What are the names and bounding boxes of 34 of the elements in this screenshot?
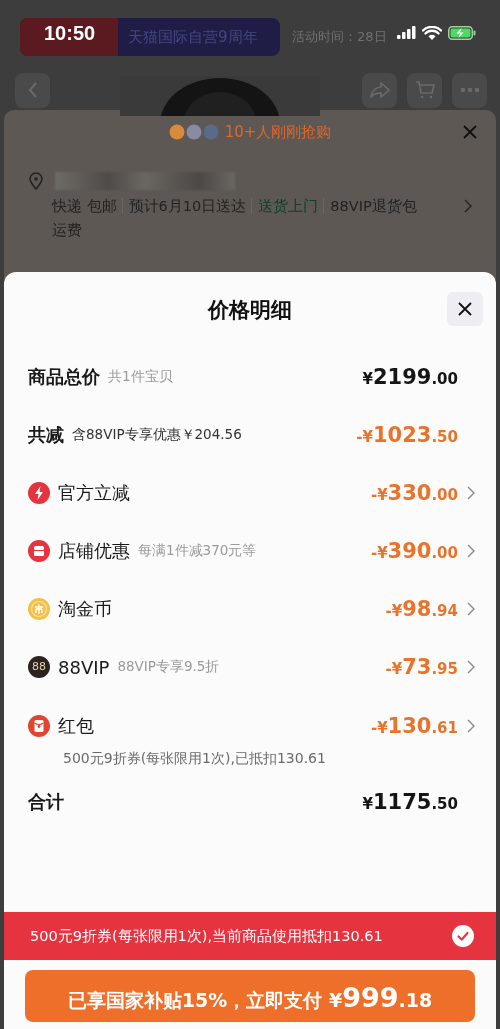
delivery-tag: 送货上门 — [251, 198, 319, 214]
delivery-tag: 预计6月10日送达 — [121, 198, 247, 214]
price-amount: ¥1175.50 — [362, 790, 458, 814]
pay-button[interactable]: 已享国家补贴15%，立即支付 ¥999.18 — [25, 970, 475, 1022]
price-label: 淘金币 — [58, 597, 112, 621]
price-amount: -¥330.00 — [370, 481, 458, 505]
status-time: 10:50 — [44, 21, 96, 45]
price-amount: -¥73.95 — [385, 655, 458, 679]
price-label: 合计 — [28, 790, 64, 814]
price-label: 88VIP — [58, 656, 110, 678]
price-amount: ¥2199.00 — [362, 365, 458, 389]
price-label: 商品总价 — [28, 365, 100, 389]
price-amount: -¥98.94 — [385, 597, 458, 621]
sheet-title: 价格明细 — [208, 297, 292, 324]
price-note: 含88VIP专享优惠￥204.56 — [72, 426, 242, 444]
price-amount: -¥1023.50 — [356, 423, 458, 447]
delivery-tag: 88VIP退货包 — [323, 198, 417, 214]
price-note: 每满1件减370元等 — [138, 542, 257, 560]
coupon-detail: 500元9折券(每张限用1次),已抵扣130.61 — [63, 749, 327, 768]
price-label: 共减 — [28, 423, 64, 447]
vip-badge: 88 — [28, 656, 50, 678]
coupon-text: 500元9折券(每张限用1次),当前商品使用抵扣130.61 — [30, 926, 383, 946]
price-label: 官方立减 — [58, 481, 130, 505]
coupon-bar[interactable]: 500元9折券(每张限用1次),当前商品使用抵扣130.61 — [4, 912, 496, 960]
banner-text: 天猫国际自营9周年 — [127, 27, 258, 48]
price-amount: -¥390.00 — [370, 539, 458, 563]
price-amount: -¥130.61 — [370, 714, 458, 738]
buyers-text: 10+人刚刚抢购 — [224, 122, 332, 142]
price-note: 88VIP专享9.5折 — [117, 658, 220, 676]
delivery-tag: 运费 — [52, 218, 442, 242]
price-label: 店铺优惠 — [58, 539, 130, 563]
price-label: 红包 — [58, 714, 94, 738]
price-note: 共1件宝贝 — [108, 368, 173, 386]
delivery-tag: 快递 包邮 — [52, 198, 117, 214]
